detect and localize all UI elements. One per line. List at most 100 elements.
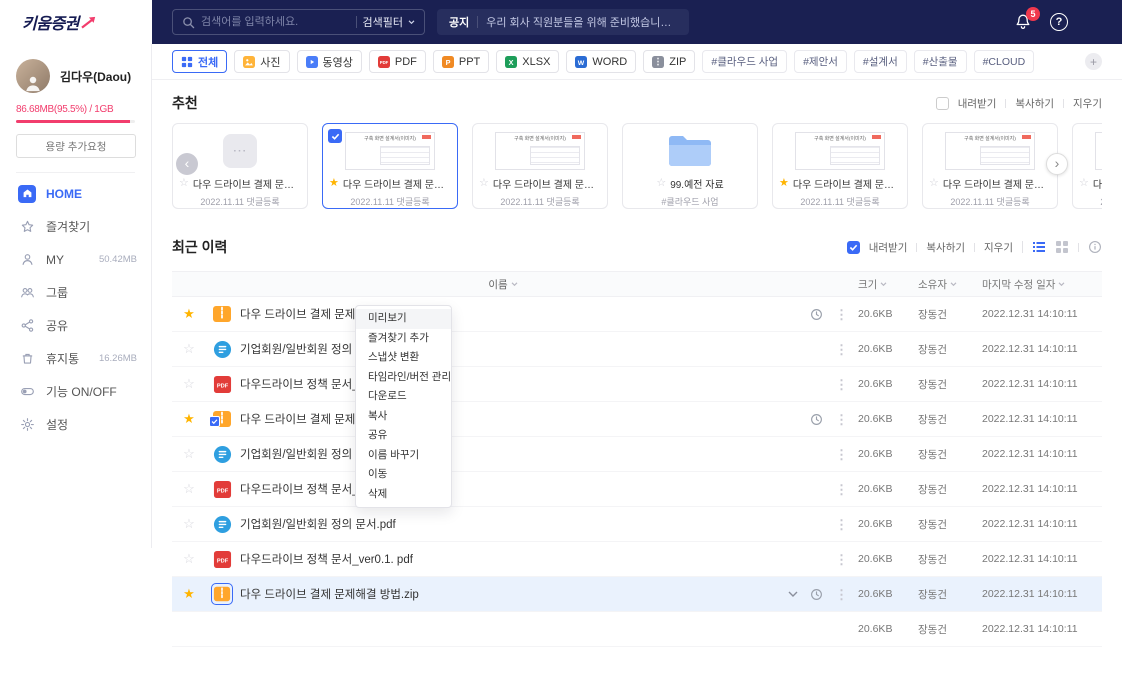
more-icon[interactable]: ⋮ (835, 483, 848, 496)
file-name[interactable]: 다우드라이브 정책 문서_ver0.1. pd... (238, 376, 766, 392)
tag-chip-cloud-business[interactable]: #클라우드 사업 (702, 50, 788, 73)
more-icon[interactable]: ⋮ (835, 308, 848, 321)
favorite-icon[interactable]: ☆ (172, 341, 206, 357)
table-row[interactable]: ★ 다우 드라이브 결제 문제해결 방법.zip ⋮ 20.6KB 장동건 20… (172, 297, 1102, 332)
info-icon[interactable] (1088, 240, 1102, 254)
filter-chip-video[interactable]: 동영상 (296, 50, 362, 73)
sidebar-item-trash[interactable]: 휴지통 16.26MB (0, 342, 151, 375)
recommend-card[interactable]: 구축 화면 설계서(이미지) ☆ 다우 드라이브 결제 문제해결 파... 20… (1072, 123, 1102, 209)
add-filter-button[interactable]: + (1085, 53, 1102, 70)
tag-chip-cloud[interactable]: #CLOUD (973, 50, 1035, 73)
more-icon[interactable]: ⋮ (835, 518, 848, 531)
search-box[interactable]: 검색필터 (172, 9, 425, 35)
recommend-card[interactable]: 구축 화면 설계서(이미지) ☆ 다우 드라이브 결제 문제해결 파... 20… (472, 123, 608, 209)
quota-request-button[interactable]: 용량 추가요청 (16, 134, 136, 158)
history-icon[interactable] (810, 308, 823, 321)
favorite-icon[interactable]: ☆ (479, 178, 489, 189)
table-row-selected[interactable]: ★ 다우 드라이브 결제 문제해결 방법.zip ⋮ 20.6KB 장동건 20… (172, 577, 1102, 612)
search-input[interactable] (201, 16, 350, 28)
favorite-icon[interactable]: ☆ (179, 178, 189, 189)
carousel-prev-button[interactable]: ‹ (176, 153, 198, 175)
grid-view-icon[interactable] (1055, 240, 1069, 254)
sidebar-item-share[interactable]: 공유 (0, 309, 151, 342)
favorite-icon[interactable]: ★ (172, 306, 206, 322)
recommend-card[interactable]: 구축 화면 설계서(이미지) ☆ 다우 드라이브 결제 문제해결 파... 20… (922, 123, 1058, 209)
copy-button[interactable]: 복사하기 (1015, 96, 1054, 111)
card-checkbox-checked[interactable] (328, 129, 342, 143)
avatar[interactable] (16, 59, 50, 93)
file-name[interactable]: 기업회원/일반회원 정의 문서.pdf (238, 446, 766, 462)
menu-item-download[interactable]: 다운로드 (356, 387, 451, 407)
menu-item-delete[interactable]: 삭제 (356, 485, 451, 505)
notice-banner[interactable]: 공지 우리 회사 직원분들을 위해 준비했습니다. 명절 이벤트에 설레... (437, 9, 689, 35)
more-icon[interactable]: ⋮ (835, 553, 848, 566)
filter-chip-pdf[interactable]: PDF PDF (368, 50, 426, 73)
filter-chip-photo[interactable]: 사진 (234, 50, 290, 73)
table-row[interactable]: ★ 다우 드라이브 결제 문제해결 방법.z... ⋮ 20.6KB 장동건 2… (172, 402, 1102, 437)
favorite-icon[interactable]: ☆ (172, 376, 206, 392)
sidebar-item-settings[interactable]: 설정 (0, 408, 151, 441)
history-icon[interactable] (810, 588, 823, 601)
table-row[interactable]: ☆ 기업회원/일반회원 정의 문서.pdf ⋮ 20.6KB 장동건 2022.… (172, 507, 1102, 542)
file-name[interactable]: 다우 드라이브 결제 문제해결 방법.zip (238, 306, 766, 322)
menu-item-rename[interactable]: 이름 바꾸기 (356, 446, 451, 466)
file-name[interactable]: 기업회원/일반회원 정의 문서.pdf (238, 516, 766, 532)
table-row[interactable]: ☆ PDF 다우드라이브 정책 문서_ver0.1. pd... ⋮ 20.6K… (172, 472, 1102, 507)
favorite-icon[interactable]: ☆ (172, 446, 206, 462)
favorite-icon[interactable]: ★ (172, 586, 206, 602)
filter-chip-xlsx[interactable]: X XLSX (496, 50, 560, 73)
file-name[interactable]: 기업회원/일반회원 정의 문서.pdf (238, 341, 766, 357)
menu-item-add-favorite[interactable]: 즐겨찾기 추가 (356, 329, 451, 349)
bell-icon[interactable]: 5 (1014, 7, 1040, 31)
favorite-icon[interactable]: ☆ (172, 551, 206, 567)
favorite-icon[interactable]: ☆ (1079, 178, 1089, 189)
recommend-card-folder[interactable]: ☆ 99.예전 자료 #클라우드 사업 (622, 123, 758, 209)
chevron-down-icon[interactable] (788, 591, 798, 598)
copy-button[interactable]: 복사하기 (926, 240, 965, 255)
table-row[interactable]: ☆ 기업회원/일반회원 정의 문서.pdf ⋮ 20.6KB 장동건 2022.… (172, 437, 1102, 472)
menu-item-move[interactable]: 이동 (356, 465, 451, 485)
sidebar-item-my[interactable]: MY 50.42MB (0, 243, 151, 276)
carousel-next-button[interactable]: › (1046, 153, 1068, 175)
list-view-icon[interactable] (1032, 240, 1046, 254)
favorite-icon[interactable]: ☆ (929, 178, 939, 189)
favorite-icon[interactable]: ☆ (172, 481, 206, 497)
favorite-icon[interactable]: ★ (329, 178, 339, 189)
download-button[interactable]: 내려받기 (869, 240, 908, 255)
sidebar-item-feature-toggle[interactable]: 기능 ON/OFF (0, 375, 151, 408)
file-name[interactable]: 다우 드라이브 결제 문제해결 방법.z... (238, 411, 766, 427)
select-all-checkbox[interactable] (935, 96, 949, 110)
recommend-card[interactable]: 구축 화면 설계서(이미지) ★ 다우 드라이브 결제 문제해결 파... 20… (772, 123, 908, 209)
sidebar-item-favorites[interactable]: 즐겨찾기 (0, 210, 151, 243)
file-checkbox-checked[interactable] (209, 416, 220, 427)
table-row[interactable]: ☆ PDF 다우드라이브 정책 문서_ver0.1. pdf ⋮ 20.6KB … (172, 542, 1102, 577)
search-filter-dropdown[interactable]: 검색필터 (363, 14, 415, 30)
recommend-card-selected[interactable]: 구축 화면 설계서(이미지) ★ 다우 드라이브 결제 문제해결 파... 20… (322, 123, 458, 209)
logo[interactable]: 키움증권 (0, 0, 152, 44)
file-name[interactable]: 다우 드라이브 결제 문제해결 방법.zip (238, 586, 766, 602)
file-name[interactable]: 다우드라이브 정책 문서_ver0.1. pdf (238, 551, 766, 567)
tag-chip-proposal[interactable]: #제안서 (794, 50, 847, 73)
help-icon[interactable]: ? (1050, 13, 1068, 31)
select-checkbox-checked[interactable] (846, 240, 860, 254)
sidebar-item-home[interactable]: HOME (0, 177, 151, 210)
table-row[interactable]: ☆ 기업회원/일반회원 정의 문서.pdf ⋮ 20.6KB 장동건 2022.… (172, 332, 1102, 367)
more-icon[interactable]: ⋮ (835, 448, 848, 461)
column-header-owner[interactable]: 소유자 (918, 277, 982, 292)
table-row[interactable]: 20.6KB 장동건 2022.12.31 14:10:11 (172, 612, 1102, 647)
filter-chip-ppt[interactable]: P PPT (432, 50, 490, 73)
filter-chip-zip[interactable]: ZIP (643, 50, 696, 73)
history-icon[interactable] (810, 413, 823, 426)
delete-button[interactable]: 지우기 (984, 240, 1013, 255)
more-icon[interactable]: ⋮ (835, 413, 848, 426)
favorite-icon[interactable]: ★ (779, 178, 789, 189)
filter-chip-word[interactable]: W WORD (566, 50, 637, 73)
column-header-name[interactable]: 이름 (238, 277, 766, 292)
download-button[interactable]: 내려받기 (958, 96, 997, 111)
favorite-icon[interactable]: ★ (172, 411, 206, 427)
favorite-icon[interactable]: ☆ (172, 516, 206, 532)
menu-item-preview[interactable]: 미리보기 (356, 309, 451, 329)
more-icon[interactable]: ⋮ (835, 378, 848, 391)
table-row[interactable]: ☆ PDF 다우드라이브 정책 문서_ver0.1. pd... ⋮ 20.6K… (172, 367, 1102, 402)
more-icon[interactable]: ⋮ (835, 588, 848, 601)
